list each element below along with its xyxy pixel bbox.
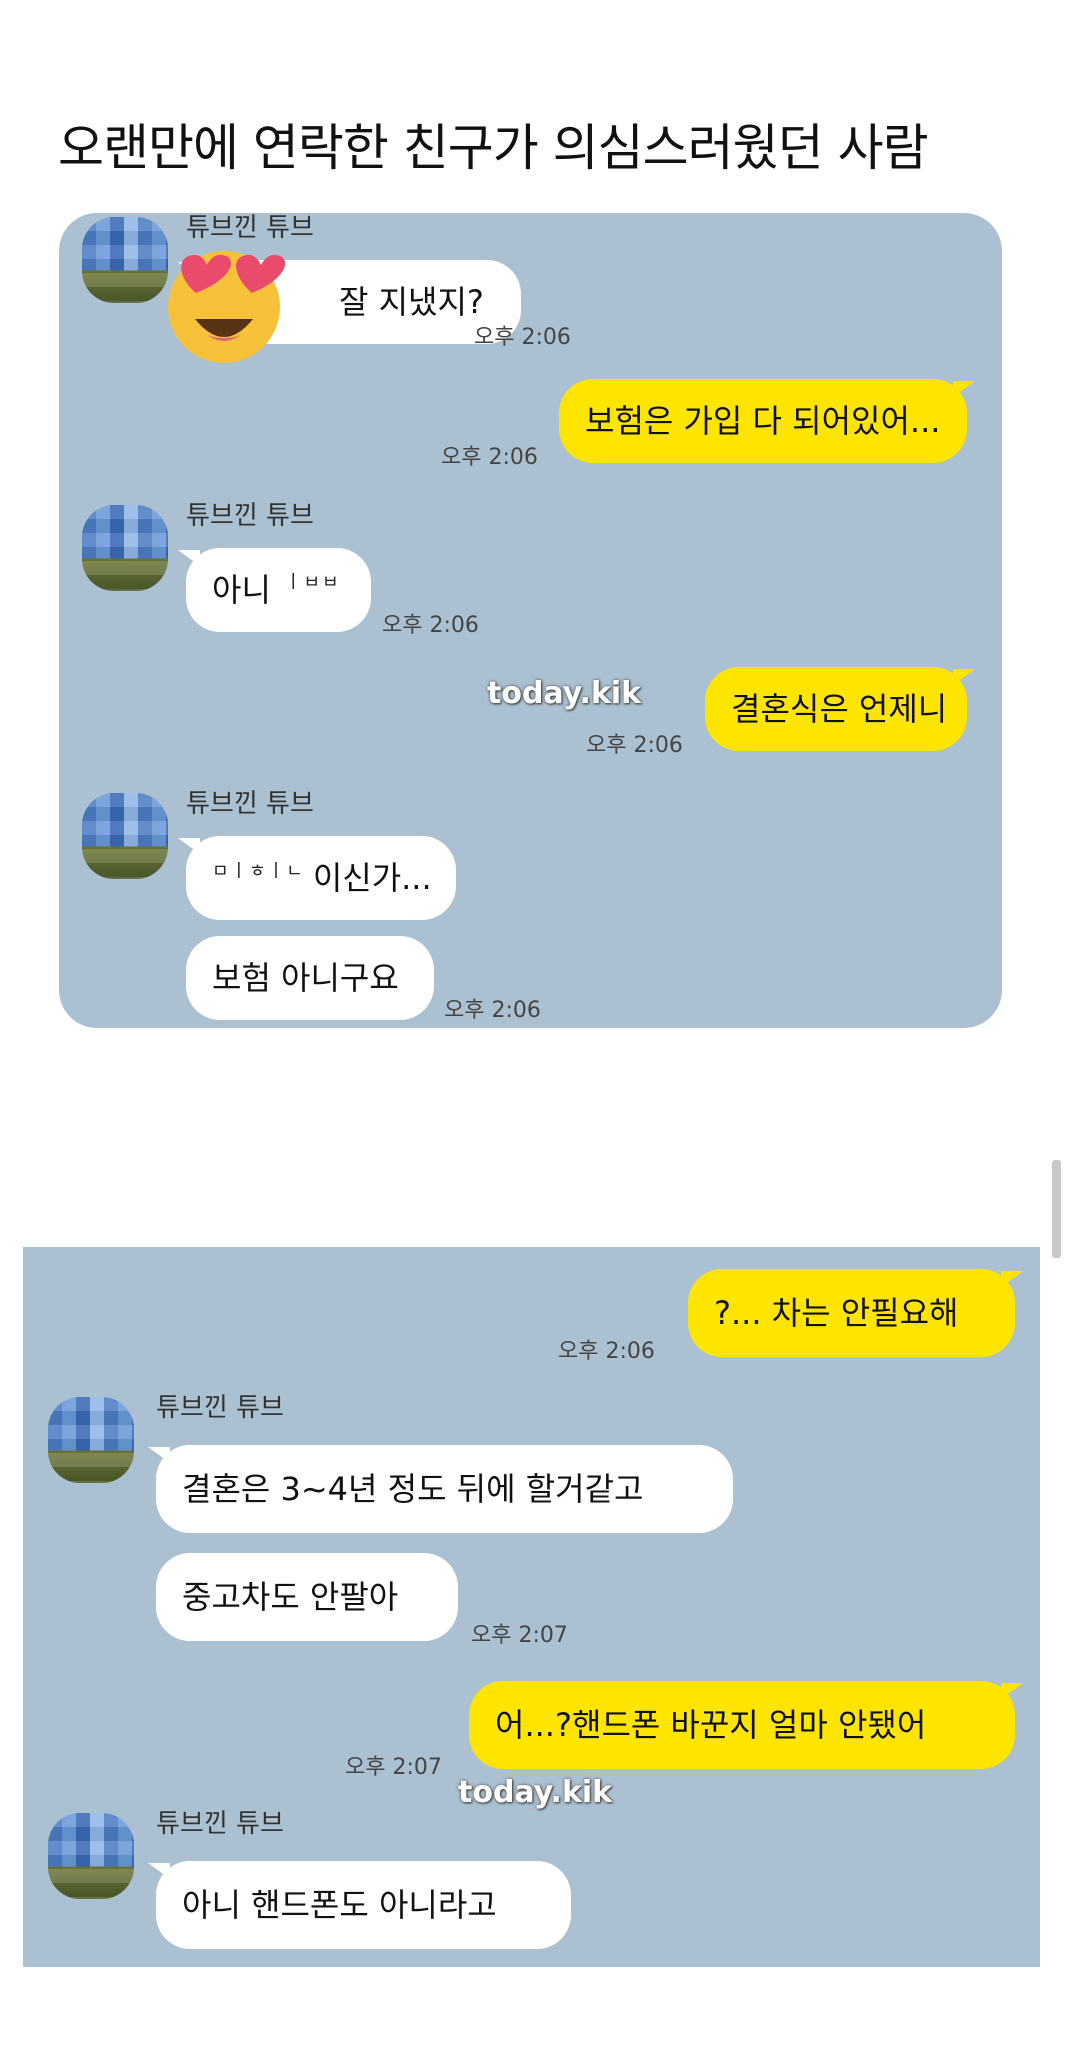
message-bubble-incoming[interactable]: 결혼은 3~4년 정도 뒤에 할거같고 bbox=[148, 1445, 733, 1533]
message-text: 아니 핸드폰도 아니라고 bbox=[182, 1886, 497, 1924]
message-bubble-incoming[interactable]: 중고차도 안팔아 bbox=[156, 1553, 458, 1641]
message-time: 오후 2:06 bbox=[382, 613, 479, 638]
redacted-text: ㅁㅣㅎㅣㄴ bbox=[212, 861, 305, 882]
message-text: 이신가... bbox=[312, 859, 432, 897]
friend-avatar[interactable] bbox=[82, 217, 168, 303]
friend-avatar[interactable] bbox=[82, 793, 168, 879]
message-time: 오후 2:06 bbox=[558, 1339, 655, 1364]
scrollbar[interactable] bbox=[1052, 1160, 1061, 1258]
message-time: 오후 2:07 bbox=[345, 1755, 442, 1780]
post-title: 오랜만에 연락한 친구가 의심스러웠던 사람 bbox=[58, 119, 929, 177]
message-bubble-outgoing[interactable]: 보험은 가입 다 되어있어... bbox=[559, 379, 975, 463]
message-time: 오후 2:06 bbox=[474, 325, 571, 350]
friend-avatar[interactable] bbox=[48, 1397, 134, 1483]
sender-name: 튜브낀 튜브 bbox=[156, 1809, 284, 1839]
message-time: 오후 2:07 bbox=[471, 1623, 568, 1648]
message-text: 결혼식은 언제니 bbox=[731, 690, 948, 728]
message-text: 결혼은 3~4년 정도 뒤에 할거같고 bbox=[182, 1470, 644, 1508]
redacted-text: ㅣㅂㅂ bbox=[284, 572, 341, 593]
message-text: 아니 bbox=[212, 571, 271, 609]
message-text: 어...?핸드폰 바꾼지 얼마 안됐어 bbox=[495, 1706, 927, 1744]
message-text: 보험 아니구요 bbox=[212, 959, 399, 997]
message-bubble-incoming[interactable]: ㅁㅣㅎㅣㄴ 이신가... bbox=[178, 836, 456, 920]
message-bubble-incoming[interactable]: 보험 아니구요 bbox=[186, 936, 434, 1020]
watermark: today.kik bbox=[487, 676, 642, 711]
message-text: 보험은 가입 다 되어있어... bbox=[585, 402, 941, 440]
message-text: ?... 차는 안필요해 bbox=[714, 1294, 959, 1332]
message-time: 오후 2:06 bbox=[586, 733, 683, 758]
sender-name: 튜브낀 튜브 bbox=[186, 501, 314, 531]
message-bubble-incoming[interactable]: 아니 ㅣㅂㅂ bbox=[178, 548, 371, 632]
watermark: today.kik bbox=[458, 1775, 613, 1810]
message-bubble-incoming[interactable]: 아니 핸드폰도 아니라고 bbox=[148, 1861, 571, 1949]
message-time: 오후 2:06 bbox=[444, 998, 541, 1023]
friend-avatar[interactable] bbox=[48, 1813, 134, 1899]
chat-screenshot-2: ?... 차는 안필요해 오후 2:06 튜브낀 튜브 결혼은 3~4년 정도 … bbox=[23, 1247, 1040, 1967]
message-bubble-outgoing[interactable]: 어...?핸드폰 바꾼지 얼마 안됐어 bbox=[469, 1681, 1023, 1769]
message-time: 오후 2:06 bbox=[441, 445, 538, 470]
heart-eyes-emoji-icon bbox=[168, 251, 286, 363]
chat-screenshot-1: 튜브낀 튜브 잘 지냈지? 오후 2:06 보험은 가입 다 되어있어... 오… bbox=[59, 213, 1002, 1028]
message-bubble-outgoing[interactable]: ?... 차는 안필요해 bbox=[688, 1269, 1023, 1357]
sender-name: 튜브낀 튜브 bbox=[156, 1393, 284, 1423]
friend-avatar[interactable] bbox=[82, 505, 168, 591]
message-text: 중고차도 안팔아 bbox=[182, 1578, 399, 1616]
message-text: 잘 지냈지? bbox=[339, 283, 484, 321]
message-bubble-outgoing[interactable]: 결혼식은 언제니 bbox=[705, 667, 975, 751]
sender-name: 튜브낀 튜브 bbox=[186, 789, 314, 819]
